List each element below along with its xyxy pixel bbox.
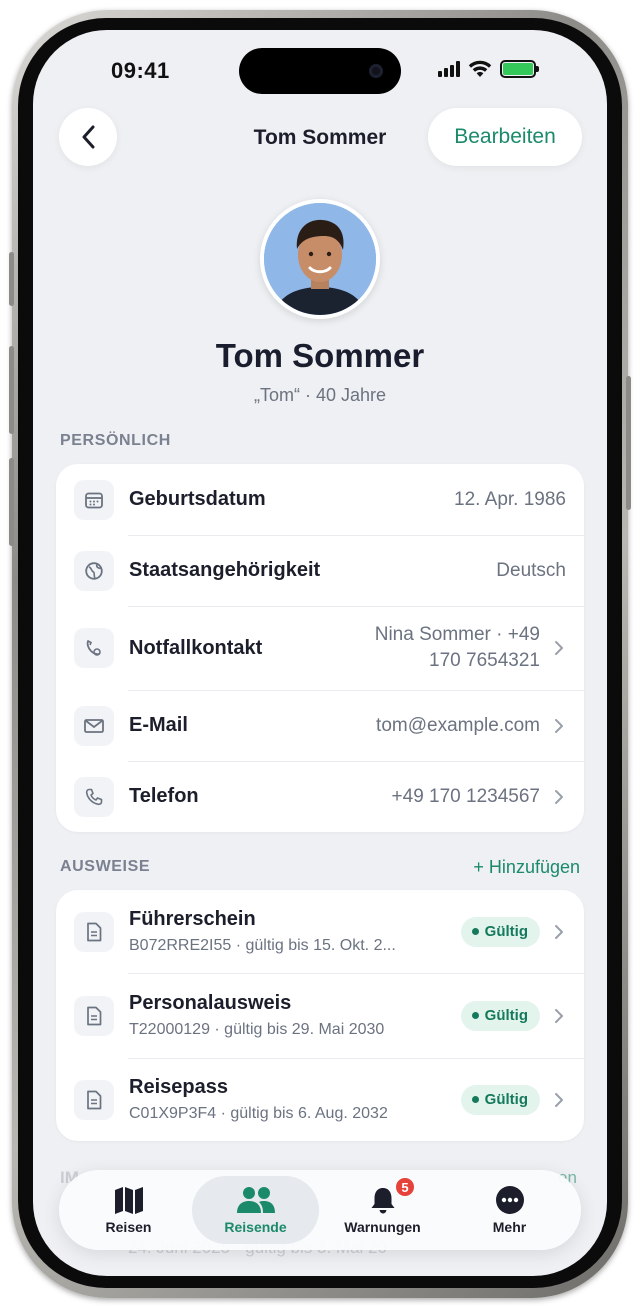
- document-title: Reisepass: [129, 1076, 228, 1098]
- tab-label: Warnungen: [344, 1219, 421, 1235]
- bell-icon: [368, 1185, 398, 1215]
- row-birthdate: Geburtsdatum 12. Apr. 1986: [56, 464, 584, 535]
- status-badge: Gültig: [460, 916, 540, 947]
- calendar-icon: [74, 479, 114, 520]
- tab-bar: Reisen Reisende Warnungen 5 Mehr: [59, 1170, 581, 1250]
- edit-button[interactable]: Bearbeiten: [428, 108, 582, 166]
- row-value: tom@example.com: [376, 714, 540, 736]
- volume-down-button: [9, 458, 14, 546]
- tab-warnungen[interactable]: Warnungen 5: [319, 1176, 446, 1244]
- document-icon: [74, 911, 114, 952]
- row-label: Telefon: [129, 785, 199, 807]
- personal-card: Geburtsdatum 12. Apr. 1986 Staatsangehör…: [56, 464, 584, 832]
- status-bar: 09:41: [33, 30, 607, 110]
- emergency-contact-icon: [74, 628, 114, 668]
- row-label: E-Mail: [129, 714, 188, 736]
- document-title: Führerschein: [129, 908, 256, 930]
- dynamic-island: [239, 48, 401, 94]
- section-label-documents: AUSWEISE: [60, 858, 151, 875]
- avatar-portrait: [264, 203, 376, 315]
- row-value: +49 170 1234567: [391, 785, 540, 807]
- chevron-right-icon: [554, 718, 566, 734]
- documents-card: Führerschein B072RRE2I55 · gültig bis 15…: [56, 890, 584, 1141]
- document-row-id-card[interactable]: Personalausweis T22000129 · gültig bis 2…: [56, 973, 584, 1058]
- profile-subtitle: „Tom“ · 40 Jahre: [253, 385, 387, 405]
- chevron-right-icon: [554, 1008, 566, 1024]
- document-title: Personalausweis: [129, 992, 292, 1014]
- screen: 09:41 Tom Sommer Bearbeiten Tom Sommer „…: [33, 30, 607, 1276]
- row-value: 12. Apr. 1986: [454, 488, 566, 510]
- status-icons: [438, 60, 539, 78]
- status-badge: Gültig: [460, 1000, 540, 1031]
- globe-icon: [74, 550, 114, 591]
- row-value: Nina Sommer · +49 170 7654321: [375, 622, 540, 674]
- phone-icon: [74, 776, 114, 817]
- front-camera: [369, 64, 383, 78]
- emergency-contact-line2: 170 7654321: [429, 650, 540, 671]
- document-subtitle: T22000129 · gültig bis 29. Mai 2030: [129, 1021, 385, 1038]
- document-subtitle: B072RRE2I55 · gültig bis 15. Okt. 2...: [129, 937, 396, 954]
- document-icon: [74, 1079, 114, 1120]
- tab-label: Reisende: [224, 1219, 287, 1235]
- mail-icon: [74, 705, 114, 746]
- cellular-signal-icon: [438, 61, 460, 77]
- wifi-icon: [468, 60, 492, 77]
- document-row-passport[interactable]: Reisepass C01X9P3F4 · gültig bis 6. Aug.…: [56, 1058, 584, 1141]
- document-row-drivers-license[interactable]: Führerschein B072RRE2I55 · gültig bis 15…: [56, 890, 584, 973]
- row-label: Notfallkontakt: [129, 636, 263, 659]
- tab-reisen[interactable]: Reisen: [65, 1176, 192, 1244]
- chevron-right-icon: [554, 1092, 566, 1108]
- row-email[interactable]: E-Mail tom@example.com: [56, 690, 584, 761]
- status-time: 09:41: [111, 58, 170, 83]
- chevron-right-icon: [554, 924, 566, 940]
- row-label: Staatsangehörigkeit: [129, 559, 321, 581]
- tab-mehr[interactable]: Mehr: [446, 1176, 573, 1244]
- tab-reisende[interactable]: Reisende: [192, 1176, 319, 1244]
- avatar[interactable]: [260, 199, 380, 319]
- volume-up-button: [9, 346, 14, 434]
- tab-label: Mehr: [492, 1219, 527, 1235]
- tab-label: Reisen: [105, 1219, 152, 1235]
- add-document-button[interactable]: + Hinzufügen: [473, 857, 580, 878]
- notification-badge: 5: [394, 1176, 416, 1198]
- battery-icon: [500, 60, 539, 78]
- chevron-right-icon: [554, 789, 566, 805]
- row-label: Geburtsdatum: [129, 488, 266, 510]
- profile-name: Tom Sommer: [215, 337, 425, 374]
- section-label-personal: PERSÖNLICH: [60, 432, 171, 449]
- document-info: Führerschein B072RRE2I55 · gültig bis 15…: [129, 908, 461, 955]
- emergency-contact-line1: Nina Sommer · +49: [374, 624, 540, 645]
- row-nationality: Staatsangehörigkeit Deutsch: [56, 535, 584, 606]
- more-icon: [495, 1185, 525, 1215]
- power-button: [626, 376, 631, 510]
- row-phone[interactable]: Telefon +49 170 1234567: [56, 761, 584, 832]
- document-subtitle: C01X9P3F4 · gültig bis 6. Aug. 2032: [129, 1105, 388, 1122]
- document-info: Personalausweis T22000129 · gültig bis 2…: [129, 992, 461, 1039]
- document-info: Reisepass C01X9P3F4 · gültig bis 6. Aug.…: [129, 1076, 461, 1123]
- people-icon: [235, 1185, 277, 1215]
- status-badge: Gültig: [460, 1084, 540, 1115]
- action-button: [9, 252, 14, 306]
- row-value: Deutsch: [496, 559, 566, 581]
- chevron-right-icon: [554, 640, 566, 656]
- row-emergency-contact[interactable]: Notfallkontakt Nina Sommer · +49 170 765…: [56, 606, 584, 690]
- document-icon: [74, 995, 114, 1036]
- map-icon: [113, 1185, 145, 1215]
